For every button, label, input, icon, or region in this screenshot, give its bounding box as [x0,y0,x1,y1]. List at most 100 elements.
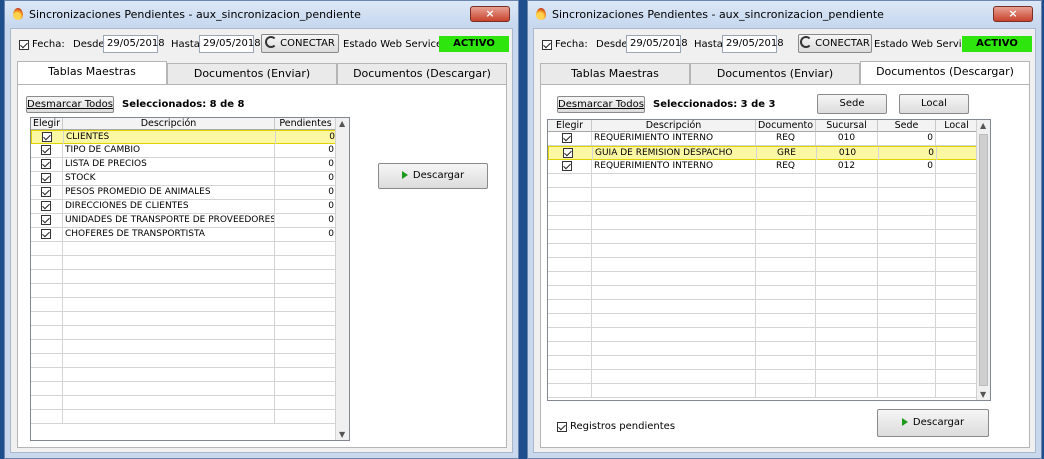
empty-row[interactable] [548,356,978,370]
conectar-button[interactable]: CONECTAR [798,34,872,53]
row-checkbox[interactable] [563,148,573,158]
cell-elegir [548,230,592,243]
tab-documentos-descargar[interactable]: Documentos (Descargar) [860,61,1030,85]
cell-documento [756,314,816,327]
empty-row[interactable] [548,244,978,258]
desmarcar-todos-button[interactable]: Desmarcar Todos [557,96,645,113]
table-row[interactable]: PESOS PROMEDIO DE ANIMALES 0 [31,186,337,200]
registros-pendientes-checkbox[interactable] [557,422,567,432]
descargar-button[interactable]: Descargar [378,163,488,189]
empty-row[interactable] [548,342,978,356]
table-row[interactable]: REQUERIMIENTO INTERNO REQ 012 0 [548,160,978,174]
empty-row[interactable] [548,258,978,272]
empty-row[interactable] [548,328,978,342]
fecha-checkbox[interactable] [19,40,29,50]
cell-documento [756,272,816,285]
empty-row[interactable] [31,242,337,256]
desde-date-input[interactable]: 29/05/2018 [103,35,165,53]
row-checkbox[interactable] [562,161,572,171]
empty-row[interactable] [548,188,978,202]
empty-row[interactable] [548,300,978,314]
table-row[interactable]: GUIA DE REMISION DESPACHO GRE 010 0 [548,146,979,160]
hasta-date-input[interactable]: 29/05/2018 [199,35,261,53]
empty-row[interactable] [548,174,978,188]
tables-grid[interactable]: Elegir Descripción Pendientes CLIENTES 0 T… [30,117,350,441]
empty-row[interactable] [31,270,337,284]
tab-documentos-enviar[interactable]: Documentos (Enviar) [167,63,337,85]
empty-row[interactable] [31,396,337,410]
empty-row[interactable] [31,284,337,298]
empty-row[interactable] [548,286,978,300]
tab-documentos-enviar[interactable]: Documentos (Enviar) [690,63,860,85]
close-button[interactable]: × [470,6,510,22]
table-row[interactable]: LISTA DE PRECIOS 0 [31,158,337,172]
tab-tablas-maestras[interactable]: Tablas Maestras [17,61,167,85]
row-checkbox[interactable] [41,159,51,169]
empty-row[interactable] [31,312,337,326]
row-checkbox[interactable] [41,187,51,197]
cell-pendientes: 0 [275,172,337,185]
scroll-thumb[interactable] [979,134,988,386]
empty-row[interactable] [548,272,978,286]
row-checkbox[interactable] [41,173,51,183]
desmarcar-todos-button[interactable]: Desmarcar Todos [26,96,114,113]
row-checkbox[interactable] [562,133,572,143]
table-row[interactable]: CHOFERES DE TRANSPORTISTA 0 [31,228,337,242]
cell-descripcion [592,384,756,397]
empty-row[interactable] [548,370,978,384]
row-checkbox[interactable] [42,132,52,142]
empty-row[interactable] [548,384,978,398]
vertical-scrollbar[interactable]: ▲ ▼ [335,118,349,440]
cell-local [936,160,978,173]
table-row[interactable]: CLIENTES 0 [31,130,338,144]
empty-row[interactable] [548,314,978,328]
row-checkbox[interactable] [41,229,51,239]
table-row[interactable]: REQUERIMIENTO INTERNO REQ 010 0 [548,132,978,146]
table-row[interactable]: TIPO DE CAMBIO 0 [31,144,337,158]
scroll-down-icon[interactable]: ▼ [339,430,345,439]
table-row[interactable]: DIRECCIONES DE CLIENTES 0 [31,200,337,214]
empty-row[interactable] [548,202,978,216]
cell-elegir [548,160,592,173]
cell-documento: REQ [756,132,816,145]
table-row[interactable]: STOCK 0 [31,172,337,186]
local-button[interactable]: Local [899,94,969,114]
empty-row[interactable] [31,298,337,312]
empty-row[interactable] [31,256,337,270]
scroll-up-icon[interactable]: ▲ [339,119,345,128]
row-checkbox[interactable] [41,201,51,211]
empty-row[interactable] [31,326,337,340]
row-checkbox[interactable] [41,145,51,155]
cell-descripcion [63,368,275,381]
row-checkbox[interactable] [41,215,51,225]
conectar-label: CONECTAR [815,38,870,49]
documents-grid[interactable]: Elegir Descripción Documento Sucursal Se… [547,119,991,401]
empty-row[interactable] [31,368,337,382]
tab-tablas-maestras[interactable]: Tablas Maestras [540,63,690,85]
close-button[interactable]: × [993,6,1033,22]
cell-sucursal [816,384,878,397]
table-row[interactable]: UNIDADES DE TRANSPORTE DE PROVEEDORES 0 [31,214,337,228]
cell-local [936,272,978,285]
empty-row[interactable] [31,340,337,354]
desde-date-input[interactable]: 29/05/2018 [626,35,688,53]
tab-documentos-descargar[interactable]: Documentos (Descargar) [337,63,507,85]
conectar-button[interactable]: CONECTAR [261,34,339,53]
cell-local [936,244,978,257]
sede-button[interactable]: Sede [817,94,887,114]
cell-descripcion [592,300,756,313]
vertical-scrollbar[interactable]: ▲ ▼ [976,120,990,400]
cell-sede [878,272,936,285]
scroll-down-icon[interactable]: ▼ [980,390,986,399]
empty-row[interactable] [31,354,337,368]
fecha-checkbox[interactable] [542,40,552,50]
empty-row[interactable] [31,410,337,424]
fecha-label: Fecha: [32,39,65,50]
hasta-date-input[interactable]: 29/05/2018 [722,35,784,53]
descargar-button[interactable]: Descargar [877,409,989,437]
empty-row[interactable] [548,216,978,230]
cell-documento [756,188,816,201]
empty-row[interactable] [31,382,337,396]
empty-row[interactable] [548,230,978,244]
scroll-up-icon[interactable]: ▲ [980,121,986,130]
